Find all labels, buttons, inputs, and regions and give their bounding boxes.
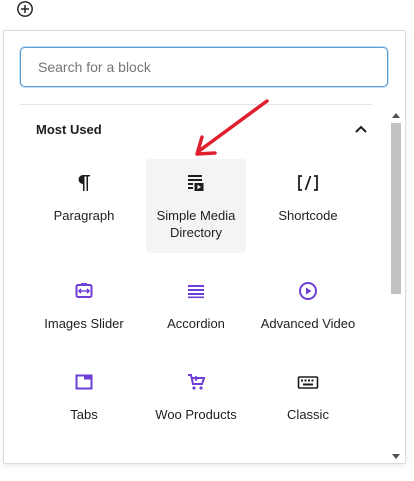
media-directory-icon bbox=[186, 171, 206, 195]
block-simple-media-directory[interactable]: Simple Media Directory bbox=[146, 159, 246, 253]
keyboard-icon bbox=[297, 370, 319, 394]
block-label: Woo Products bbox=[155, 407, 237, 422]
block-list-scrollbar[interactable] bbox=[388, 111, 404, 461]
tabs-icon bbox=[74, 370, 94, 394]
block-label: Classic bbox=[287, 407, 329, 422]
add-block-toggle[interactable] bbox=[14, 0, 36, 18]
annotation-arrow-icon bbox=[195, 99, 269, 156]
play-circle-icon bbox=[298, 279, 318, 303]
block-accordion[interactable]: Accordion bbox=[146, 267, 246, 361]
block-woo-products[interactable]: Woo Products bbox=[146, 358, 246, 452]
search-input[interactable] bbox=[36, 58, 387, 76]
block-label: Advanced Video bbox=[260, 316, 356, 331]
shortcode-icon bbox=[297, 171, 319, 195]
block-classic[interactable]: Classic bbox=[258, 358, 358, 452]
chevron-up-icon[interactable] bbox=[354, 124, 368, 134]
block-tabs[interactable]: Tabs bbox=[34, 358, 134, 452]
block-label: Paragraph bbox=[53, 208, 115, 223]
block-advanced-video[interactable]: Advanced Video bbox=[258, 267, 358, 361]
accordion-icon bbox=[186, 279, 206, 303]
scroll-up-icon[interactable] bbox=[392, 113, 400, 118]
paragraph-icon bbox=[75, 171, 93, 195]
plus-circle-icon bbox=[17, 1, 33, 17]
block-paragraph[interactable]: Paragraph bbox=[34, 159, 134, 253]
search-box[interactable] bbox=[20, 47, 388, 87]
scrollbar-thumb[interactable] bbox=[391, 123, 401, 294]
block-label: Shortcode bbox=[278, 208, 338, 223]
block-images-slider[interactable]: Images Slider bbox=[34, 267, 134, 361]
block-label: Accordion bbox=[167, 316, 225, 331]
block-shortcode[interactable]: Shortcode bbox=[258, 159, 358, 253]
scroll-down-icon[interactable] bbox=[392, 454, 400, 459]
block-label: Images Slider bbox=[44, 316, 124, 331]
section-title: Most Used bbox=[36, 121, 102, 137]
images-slider-icon bbox=[74, 279, 94, 303]
block-label: Simple Media Directory bbox=[156, 208, 236, 240]
cart-icon bbox=[186, 370, 206, 394]
block-label: Tabs bbox=[70, 407, 98, 422]
